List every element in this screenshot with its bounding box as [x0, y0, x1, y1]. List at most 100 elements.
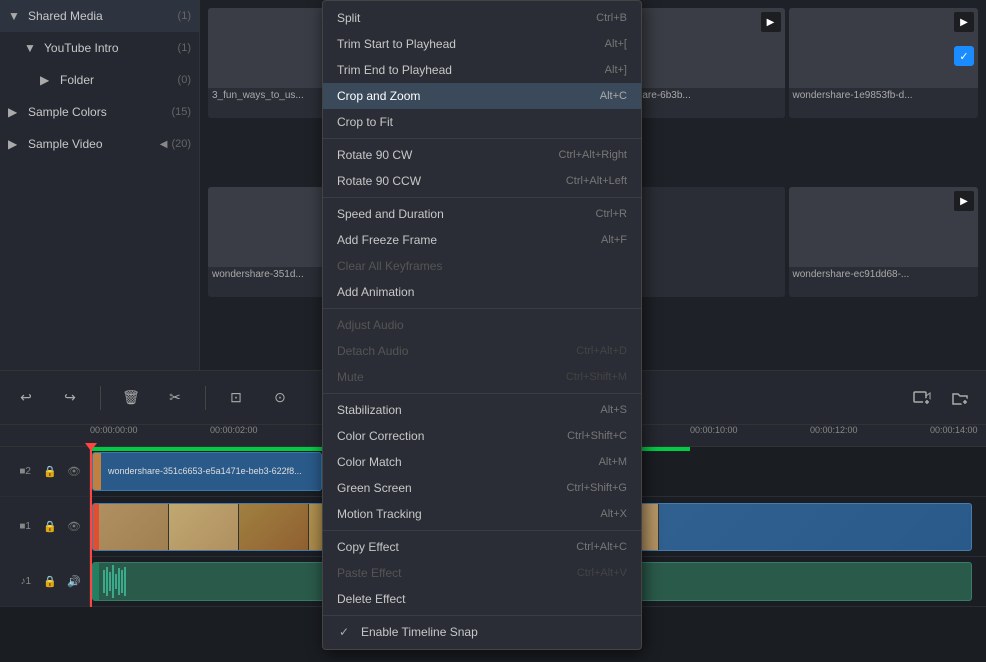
- zoom-button[interactable]: ⊙: [266, 384, 294, 412]
- ctx-detach-audio: Detach Audio Ctrl+Alt+D: [323, 338, 641, 364]
- ctx-item-shortcut: Ctrl+Alt+V: [577, 567, 627, 579]
- track-controls: ■1 🔒 👁: [0, 497, 90, 557]
- ctx-trim-end[interactable]: Trim End to Playhead Alt+]: [323, 57, 641, 83]
- sidebar-item-count: (0): [178, 74, 191, 86]
- ctx-color-correction[interactable]: Color Correction Ctrl+Shift+C: [323, 423, 641, 449]
- ctx-delete-effect[interactable]: Delete Effect: [323, 586, 641, 612]
- add-media-button[interactable]: [908, 384, 936, 412]
- ctx-split[interactable]: Split Ctrl+B: [323, 5, 641, 31]
- media-thumb[interactable]: ▶ ✓ wondershare-1e9853fb-d...: [789, 8, 979, 118]
- ctx-separator: [323, 393, 641, 394]
- ctx-item-label: Delete Effect: [337, 592, 405, 606]
- sidebar-item-sample-video[interactable]: ▶ Sample Video ◀ (20): [0, 128, 199, 160]
- ctx-crop-fit[interactable]: Crop to Fit: [323, 109, 641, 135]
- folder-button[interactable]: [946, 384, 974, 412]
- ctx-item-shortcut: Ctrl+Alt+Left: [566, 175, 627, 187]
- track-num: ■1: [19, 521, 31, 532]
- ctx-item-label: Copy Effect: [337, 540, 399, 554]
- redo-button[interactable]: ↪: [56, 384, 84, 412]
- ctx-mute: Mute Ctrl+Shift+M: [323, 364, 641, 390]
- ctx-item-shortcut: Alt+F: [601, 234, 627, 246]
- toolbar-divider: [205, 386, 206, 410]
- clip-label: wondershare-351c6653-e5a1471e-beb3-622f8…: [104, 466, 306, 476]
- ctx-item-shortcut: Alt+C: [600, 90, 627, 102]
- ctx-adjust-audio: Adjust Audio: [323, 312, 641, 338]
- track-num: ♪1: [20, 576, 31, 587]
- sidebar-item-count: (1): [178, 42, 191, 54]
- video-icon: ▶: [954, 191, 974, 211]
- ctx-crop-zoom[interactable]: Crop and Zoom Alt+C: [323, 83, 641, 109]
- sidebar-item-label: Shared Media: [28, 9, 103, 23]
- video-clip[interactable]: wondershare-351c6653-e5a1471e-beb3-622f8…: [92, 452, 322, 491]
- ctx-item-shortcut: Ctrl+Shift+M: [566, 371, 627, 383]
- undo-button[interactable]: ↩: [12, 384, 40, 412]
- ctx-item-label: Trim End to Playhead: [337, 63, 452, 77]
- ctx-speed[interactable]: Speed and Duration Ctrl+R: [323, 201, 641, 227]
- delete-button[interactable]: 🗑: [117, 384, 145, 412]
- ctx-separator: [323, 138, 641, 139]
- ruler-time: 00:00:14:00: [930, 425, 978, 435]
- ctx-trim-start[interactable]: Trim Start to Playhead Alt+[: [323, 31, 641, 57]
- ctx-stabilization[interactable]: Stabilization Alt+S: [323, 397, 641, 423]
- ctx-item-shortcut: Alt+M: [599, 456, 627, 468]
- track-controls: ♪1 🔒 🔊: [0, 557, 90, 606]
- ctx-enable-snap[interactable]: ✓ Enable Timeline Snap: [323, 619, 641, 645]
- ruler-time: 00:00:12:00: [810, 425, 858, 435]
- ruler-time: 00:00:02:00: [210, 425, 258, 435]
- ctx-item-label: Speed and Duration: [337, 207, 444, 221]
- ctx-item-shortcut: Alt+X: [600, 508, 627, 520]
- ctx-item-label: Color Correction: [337, 429, 424, 443]
- crop-button[interactable]: ⊡: [222, 384, 250, 412]
- folder-icon: ▶: [8, 105, 22, 119]
- ctx-color-match[interactable]: Color Match Alt+M: [323, 449, 641, 475]
- sidebar-item-count: (1): [178, 10, 191, 22]
- sidebar-item-shared-media[interactable]: ▼ Shared Media (1): [0, 0, 199, 32]
- volume-button[interactable]: 🔊: [65, 573, 83, 591]
- ctx-item-label: Green Screen: [337, 481, 412, 495]
- playhead[interactable]: [90, 447, 92, 607]
- ctx-item-label: Detach Audio: [337, 344, 408, 358]
- lock-button[interactable]: 🔒: [41, 573, 59, 591]
- sidebar-item-sample-colors[interactable]: ▶ Sample Colors (15): [0, 96, 199, 128]
- ctx-animation[interactable]: Add Animation: [323, 279, 641, 305]
- video-icon: ▶: [761, 12, 781, 32]
- ctx-green-screen[interactable]: Green Screen Ctrl+Shift+G: [323, 475, 641, 501]
- ctx-item-label: Adjust Audio: [337, 318, 404, 332]
- lock-button[interactable]: 🔒: [41, 463, 59, 481]
- media-thumb-label: wondershare-1e9853fb-d...: [789, 88, 979, 103]
- sidebar-item-count: (20): [171, 138, 191, 150]
- ctx-item-label: Clear All Keyframes: [337, 259, 442, 273]
- context-menu: Split Ctrl+B Trim Start to Playhead Alt+…: [322, 0, 642, 650]
- lock-button[interactable]: 🔒: [41, 518, 59, 536]
- eye-button[interactable]: 👁: [65, 463, 83, 481]
- ctx-item-shortcut: Ctrl+Shift+G: [566, 482, 627, 494]
- sidebar: ▼ Shared Media (1) ▼ YouTube Intro (1) ▶…: [0, 0, 200, 370]
- ctx-item-label: Motion Tracking: [337, 507, 422, 521]
- check-icon: ✓: [337, 625, 351, 639]
- arrow-icon: ◀: [160, 139, 168, 150]
- check-badge: ✓: [954, 46, 974, 66]
- ctx-separator: [323, 308, 641, 309]
- eye-button[interactable]: 👁: [65, 518, 83, 536]
- folder-icon: ▶: [8, 137, 22, 151]
- ctx-item-label: Add Freeze Frame: [337, 233, 437, 247]
- video-icon: ▶: [954, 12, 974, 32]
- ctx-motion-tracking[interactable]: Motion Tracking Alt+X: [323, 501, 641, 527]
- ctx-clear-keys: Clear All Keyframes: [323, 253, 641, 279]
- ctx-rotate-cw[interactable]: Rotate 90 CW Ctrl+Alt+Right: [323, 142, 641, 168]
- ctx-freeze[interactable]: Add Freeze Frame Alt+F: [323, 227, 641, 253]
- ctx-item-shortcut: Ctrl+Alt+Right: [559, 149, 627, 161]
- ruler-time: 00:00:10:00: [690, 425, 738, 435]
- sidebar-item-youtube-intro[interactable]: ▼ YouTube Intro (1): [0, 32, 199, 64]
- media-thumb[interactable]: ▶ wondershare-ec91dd68-...: [789, 187, 979, 297]
- ctx-item-label: Add Animation: [337, 285, 414, 299]
- sidebar-item-folder[interactable]: ▶ Folder (0): [0, 64, 199, 96]
- sidebar-item-label: Sample Video: [28, 137, 103, 151]
- ctx-copy-effect[interactable]: Copy Effect Ctrl+Alt+C: [323, 534, 641, 560]
- ctx-item-label: Stabilization: [337, 403, 402, 417]
- ctx-item-shortcut: Alt+[: [605, 38, 627, 50]
- ctx-item-label: Rotate 90 CW: [337, 148, 412, 162]
- ctx-separator: [323, 530, 641, 531]
- cut-button[interactable]: ✂: [161, 384, 189, 412]
- ctx-rotate-ccw[interactable]: Rotate 90 CCW Ctrl+Alt+Left: [323, 168, 641, 194]
